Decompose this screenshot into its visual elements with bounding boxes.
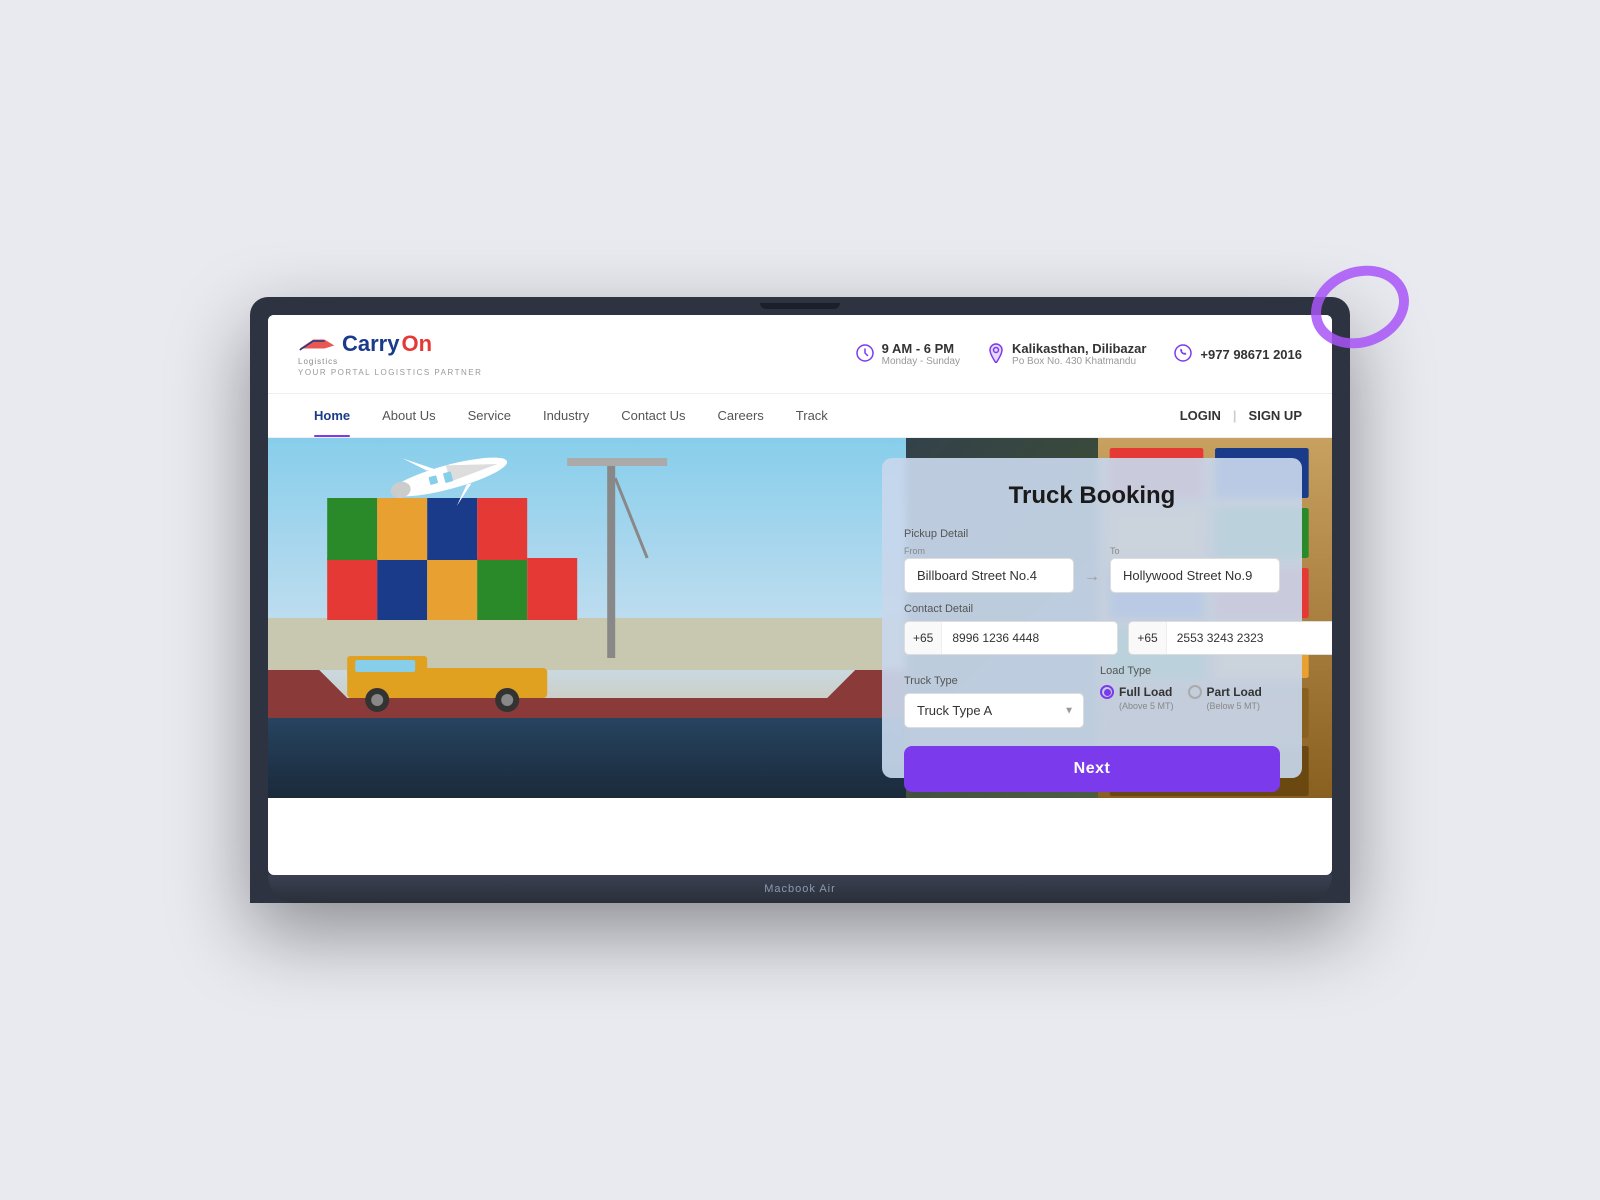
from-field: From xyxy=(904,546,1074,593)
hero-scene-svg xyxy=(268,438,906,798)
part-load-sub: (Below 5 MT) xyxy=(1207,701,1261,711)
full-load-option[interactable]: Full Load (Above 5 MT) xyxy=(1100,685,1174,711)
phone1-prefix: +65 xyxy=(905,622,942,654)
phone2-container: +65 xyxy=(1128,621,1332,655)
from-input[interactable] xyxy=(904,558,1074,593)
nav-links: Home About Us Service Industry Contact U… xyxy=(298,394,844,437)
hero-section: Truck Booking Pickup Detail From → To xyxy=(268,438,1332,798)
load-type-label: Load Type xyxy=(1100,665,1280,677)
part-load-row: Part Load xyxy=(1188,685,1262,699)
phone2-prefix: +65 xyxy=(1129,622,1166,654)
phone1-field: +65 xyxy=(904,621,1118,655)
logo-carry: Carry xyxy=(342,331,399,357)
logo-arrow-icon xyxy=(298,335,336,353)
select-wrapper: Truck Type A Truck Type B Truck Type C ▼ xyxy=(904,693,1084,728)
truck-type-label: Truck Type xyxy=(904,675,1084,687)
nav-track[interactable]: Track xyxy=(780,394,844,437)
website: Carry On Logistics YOUR PORTAL LOGISTICS… xyxy=(268,315,1332,798)
clock-icon xyxy=(856,344,874,365)
nav-home[interactable]: Home xyxy=(298,394,366,437)
laptop-screen: Carry On Logistics YOUR PORTAL LOGISTICS… xyxy=(268,315,1332,875)
nav-contact[interactable]: Contact Us xyxy=(605,394,701,437)
laptop-label: Macbook Air xyxy=(764,883,836,895)
full-load-sub: (Above 5 MT) xyxy=(1119,701,1174,711)
radio-options: Full Load (Above 5 MT) Part Load xyxy=(1100,685,1280,711)
truck-type-container: Truck Type Truck Type A Truck Type B Tru… xyxy=(904,665,1084,728)
next-button[interactable]: Next xyxy=(904,746,1280,792)
nav-about[interactable]: About Us xyxy=(366,394,451,437)
navigation: Home About Us Service Industry Contact U… xyxy=(268,394,1332,438)
nav-industry[interactable]: Industry xyxy=(527,394,605,437)
nav-service[interactable]: Service xyxy=(452,394,527,437)
logo-on: On xyxy=(401,331,432,357)
to-field: To xyxy=(1110,546,1280,593)
location-icon xyxy=(988,343,1004,366)
full-load-radio[interactable] xyxy=(1100,685,1114,699)
outer-wrapper: Carry On Logistics YOUR PORTAL LOGISTICS… xyxy=(250,297,1350,903)
header-info: 9 AM - 6 PM Monday - Sunday xyxy=(856,341,1302,367)
nav-signup[interactable]: SIGN UP xyxy=(1249,408,1302,423)
info-item-phone: +977 98671 2016 xyxy=(1174,344,1302,365)
header: Carry On Logistics YOUR PORTAL LOGISTICS… xyxy=(268,315,1332,394)
load-type-container: Load Type Full Load (Above 5 MT) xyxy=(1100,665,1280,711)
logo: Carry On xyxy=(298,331,482,357)
full-load-label: Full Load xyxy=(1119,685,1172,699)
pickup-row: From → To xyxy=(904,546,1280,593)
laptop-frame: Carry On Logistics YOUR PORTAL LOGISTICS… xyxy=(250,297,1350,903)
laptop-base: Macbook Air xyxy=(268,875,1332,903)
full-load-row: Full Load xyxy=(1100,685,1172,699)
phone2-field: +65 xyxy=(1128,621,1332,655)
logo-area: Carry On Logistics YOUR PORTAL LOGISTICS… xyxy=(298,331,482,377)
phone-main: +977 98671 2016 xyxy=(1200,347,1302,362)
phone-icon xyxy=(1174,344,1192,365)
location-main: Kalikasthan, Dilibazar xyxy=(1012,341,1146,356)
form-title: Truck Booking xyxy=(904,482,1280,510)
logo-logistics: Logistics xyxy=(298,357,338,366)
to-input[interactable] xyxy=(1110,558,1280,593)
nav-careers[interactable]: Careers xyxy=(702,394,780,437)
contact-row: +65 +65 xyxy=(904,621,1280,655)
part-load-label: Part Load xyxy=(1207,685,1262,699)
part-load-radio[interactable] xyxy=(1188,685,1202,699)
bottom-row: Truck Type Truck Type A Truck Type B Tru… xyxy=(904,665,1280,728)
to-label: To xyxy=(1110,546,1280,556)
phone1-input[interactable] xyxy=(942,622,1117,654)
part-load-option[interactable]: Part Load (Below 5 MT) xyxy=(1188,685,1262,711)
phone1-container: +65 xyxy=(904,621,1118,655)
nav-auth: LOGIN | SIGN UP xyxy=(1180,408,1302,423)
tagline: YOUR PORTAL LOGISTICS PARTNER xyxy=(298,368,482,377)
nav-divider: | xyxy=(1233,408,1237,423)
time-sub: Monday - Sunday xyxy=(882,356,960,367)
location-sub: Po Box No. 430 Khatmandu xyxy=(1012,356,1146,367)
phone2-input[interactable] xyxy=(1167,622,1332,654)
info-item-location: Kalikasthan, Dilibazar Po Box No. 430 Kh… xyxy=(988,341,1146,367)
from-label: From xyxy=(904,546,1074,556)
laptop-notch xyxy=(760,303,840,309)
truck-type-select[interactable]: Truck Type A Truck Type B Truck Type C xyxy=(904,693,1084,728)
contact-detail-label: Contact Detail xyxy=(904,603,1280,615)
nav-login[interactable]: LOGIN xyxy=(1180,408,1221,423)
arrow-to-icon: → xyxy=(1084,546,1100,593)
booking-form: Truck Booking Pickup Detail From → To xyxy=(882,458,1302,778)
info-item-time: 9 AM - 6 PM Monday - Sunday xyxy=(856,341,960,367)
time-main: 9 AM - 6 PM xyxy=(882,341,960,356)
pickup-detail-label: Pickup Detail xyxy=(904,528,1280,540)
